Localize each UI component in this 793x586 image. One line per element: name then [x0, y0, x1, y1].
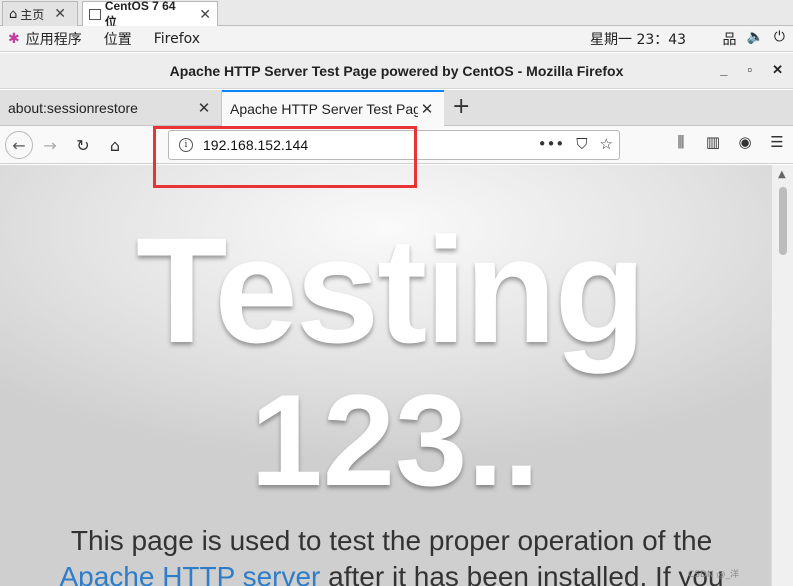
- tab-apache-test-page[interactable]: Apache HTTP Server Test Page powered by …: [222, 90, 444, 126]
- highlight-box: [153, 126, 417, 188]
- para-text: after it has been installed. If you: [320, 561, 724, 586]
- vm-icon: [89, 8, 101, 20]
- new-tab-button[interactable]: +: [452, 94, 470, 119]
- close-tab-icon[interactable]: ✕: [418, 100, 436, 118]
- close-window-button[interactable]: ✕: [772, 62, 783, 78]
- volume-icon[interactable]: 🔈: [746, 29, 763, 49]
- tab-label: Apache HTTP Server Test Page powered by …: [230, 101, 418, 117]
- page-actions-icon[interactable]: •••: [538, 135, 565, 153]
- library-icon[interactable]: ⫼: [665, 133, 697, 151]
- network-icon[interactable]: 品: [722, 29, 736, 49]
- para-text: This page is used to test the proper ope…: [70, 525, 713, 556]
- heading-testing: Testing: [135, 206, 646, 374]
- intro-paragraph: This page is used to test the proper ope…: [0, 523, 771, 586]
- pocket-icon[interactable]: ⛉: [576, 135, 587, 153]
- gnome-top-bar: ✱ 应用程序 位置 Firefox 星期一 23：43 品 🔈 ⏻: [0, 26, 793, 52]
- bookmark-star-icon[interactable]: ☆: [600, 135, 613, 153]
- page-content: Testing 123.. This page is used to test …: [0, 165, 771, 586]
- vm-tab-centos[interactable]: CentOS 7 64 位 ✕: [82, 0, 218, 29]
- home-icon: ⌂: [109, 135, 121, 155]
- scroll-thumb[interactable]: [779, 187, 787, 255]
- scroll-up-icon[interactable]: ▲: [778, 169, 786, 180]
- vm-tab-home[interactable]: ⌂ 主页 ✕: [2, 1, 78, 26]
- watermark: CSDN @_洋: [687, 570, 739, 580]
- firefox-menu[interactable]: Firefox: [154, 31, 200, 47]
- close-icon[interactable]: ✕: [199, 6, 211, 23]
- forward-button[interactable]: →: [38, 133, 62, 157]
- vm-tab-strip: ⌂ 主页 ✕ CentOS 7 64 位 ✕: [0, 0, 793, 29]
- minimize-button[interactable]: _: [720, 62, 727, 78]
- window-title: Apache HTTP Server Test Page powered by …: [169, 62, 624, 79]
- browser-tab-strip: about:sessionrestore ✕ Apache HTTP Serve…: [0, 90, 793, 126]
- home-button[interactable]: ⌂: [103, 133, 127, 157]
- apache-link[interactable]: Apache HTTP server: [59, 561, 320, 586]
- clock[interactable]: 星期一 23：43: [590, 29, 686, 49]
- tab-label: about:sessionrestore: [8, 100, 138, 116]
- account-icon[interactable]: ◉: [729, 133, 761, 151]
- places-menu[interactable]: 位置: [104, 29, 132, 49]
- tab-sessionrestore[interactable]: about:sessionrestore ✕: [0, 90, 222, 126]
- home-icon: ⌂: [9, 6, 18, 22]
- menu-icon[interactable]: ☰: [761, 133, 793, 151]
- sidebar-icon[interactable]: ▥: [697, 133, 729, 151]
- back-arrow-icon: ←: [12, 135, 26, 155]
- vm-tab-label: 主页: [20, 7, 45, 22]
- window-titlebar: Apache HTTP Server Test Page powered by …: [0, 53, 793, 89]
- maximize-button[interactable]: ▫: [747, 62, 752, 78]
- forward-arrow-icon: →: [43, 135, 57, 155]
- scrollbar[interactable]: ▲: [771, 165, 793, 586]
- back-button[interactable]: ←: [5, 131, 33, 159]
- close-tab-icon[interactable]: ✕: [195, 99, 213, 117]
- applications-menu[interactable]: 应用程序: [26, 29, 82, 49]
- gnome-logo-icon: ✱: [8, 30, 20, 47]
- reload-icon: ↻: [76, 135, 90, 155]
- close-icon[interactable]: ✕: [54, 6, 66, 22]
- power-icon[interactable]: ⏻: [774, 29, 785, 49]
- reload-button[interactable]: ↻: [71, 133, 95, 157]
- heading-123: 123..: [250, 367, 540, 513]
